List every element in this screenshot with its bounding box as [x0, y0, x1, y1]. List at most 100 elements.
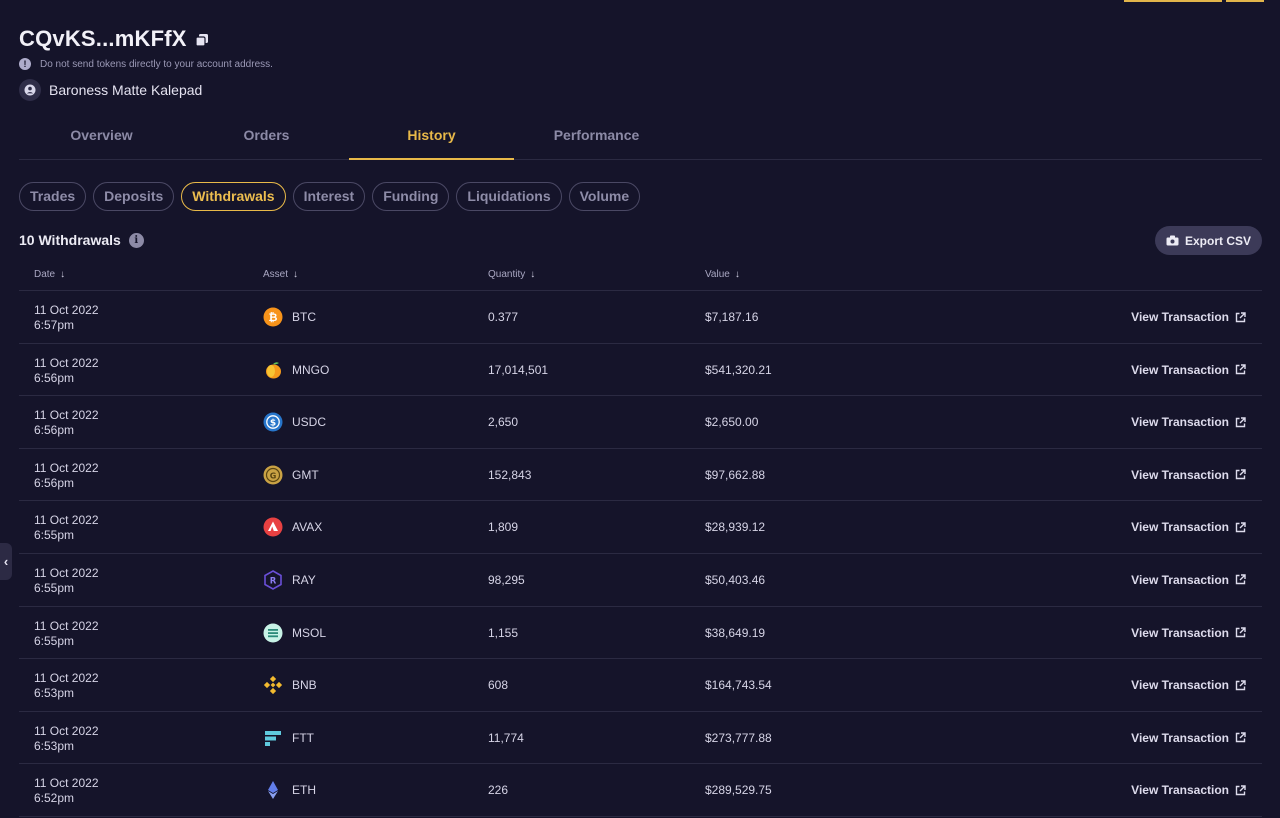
usdc-icon: $ [263, 412, 283, 432]
view-transaction-label: View Transaction [1131, 362, 1229, 377]
row-asset: ₿ BTC [263, 307, 316, 327]
export-icon [1166, 235, 1179, 246]
sort-arrow-icon: ↓ [293, 269, 299, 280]
view-transaction-label: View Transaction [1131, 415, 1229, 430]
external-link-icon [1235, 364, 1246, 375]
row-quantity: 1,155 [488, 625, 519, 640]
copy-icon[interactable] [195, 33, 209, 47]
row-time: 6:56pm [34, 475, 75, 490]
column-date-label: Date [34, 269, 56, 280]
column-asset[interactable]: Asset ↓ [263, 269, 298, 280]
view-transaction-label: View Transaction [1131, 783, 1229, 798]
row-asset: MSOL [263, 623, 326, 643]
top-bar-accent [1226, 0, 1264, 2]
external-link-icon [1235, 311, 1246, 322]
column-value[interactable]: Value ↓ [705, 269, 740, 280]
row-value: $273,777.88 [705, 730, 772, 745]
column-date[interactable]: Date ↓ [34, 269, 65, 280]
view-transaction-link[interactable]: View Transaction [1131, 626, 1246, 640]
row-datetime: 11 Oct 2022 6:56pm [34, 356, 99, 386]
row-time: 6:56pm [34, 370, 75, 385]
account-warning: Do not send tokens directly to your acco… [40, 58, 273, 70]
row-asset: BNB [263, 675, 317, 695]
avax-icon [263, 517, 283, 537]
table-row: 11 Oct 2022 6:57pm ₿ BTC 0.377 $7,187.16 View … [19, 291, 1262, 344]
row-datetime: 11 Oct 2022 6:53pm [34, 724, 99, 754]
row-time: 6:52pm [34, 791, 75, 806]
external-link-icon [1235, 785, 1246, 796]
btc-icon: ₿ [263, 307, 283, 327]
main-tabs: Overview Orders History Performance [19, 112, 1262, 160]
row-date: 11 Oct 2022 [34, 776, 99, 791]
table-header: Date ↓ Asset ↓ Quantity ↓ Value ↓ [19, 260, 1262, 291]
view-transaction-label: View Transaction [1131, 625, 1229, 640]
row-quantity: 11,774 [488, 730, 524, 745]
row-value: $28,939.12 [705, 520, 766, 535]
table-row: 11 Oct 2022 6:55pm MSOL 1,155 $38,649.19 View… [19, 607, 1262, 660]
table-row: 11 Oct 2022 6:56pm G GMT 152,843 $97,662.88 Vi… [19, 449, 1262, 502]
filter-trades[interactable]: Trades [19, 182, 87, 211]
row-asset-name: FTT [292, 730, 314, 745]
view-transaction-link[interactable]: View Transaction [1131, 678, 1246, 692]
table-row: 11 Oct 2022 6:56pm $ USDC 2,650 $2,650.00 View… [19, 396, 1262, 449]
info-icon[interactable]: i [128, 232, 144, 248]
view-transaction-link[interactable]: View Transaction [1131, 415, 1246, 429]
filter-interest[interactable]: Interest [292, 182, 366, 211]
export-csv-button[interactable]: Export CSV [1155, 226, 1262, 255]
filter-liquidations[interactable]: Liquidations [456, 182, 562, 211]
tab-performance[interactable]: Performance [514, 112, 679, 159]
bnb-icon [263, 676, 283, 695]
view-transaction-link[interactable]: View Transaction [1131, 731, 1246, 745]
view-transaction-link[interactable]: View Transaction [1131, 783, 1246, 797]
filter-withdrawals[interactable]: Withdrawals [181, 182, 286, 211]
row-quantity: 0.377 [488, 310, 519, 324]
external-link-icon [1235, 469, 1246, 480]
filter-funding[interactable]: Funding [372, 182, 450, 211]
row-datetime: 11 Oct 2022 6:55pm [34, 566, 99, 596]
svg-text:$: $ [270, 419, 276, 429]
row-asset-name: MNGO [292, 362, 330, 377]
svg-text:R: R [270, 576, 277, 586]
row-date: 11 Oct 2022 [34, 671, 99, 686]
row-asset-name: ETH [292, 783, 316, 798]
row-asset-name: MSOL [292, 625, 327, 640]
filter-volume[interactable]: Volume [568, 182, 641, 211]
column-quantity[interactable]: Quantity ↓ [488, 269, 535, 280]
tab-history[interactable]: History [349, 112, 514, 160]
view-transaction-link[interactable]: View Transaction [1131, 520, 1246, 534]
filter-deposits[interactable]: Deposits [93, 182, 175, 211]
history-filter-bar: Trades Deposits Withdrawals Interest Fun… [19, 182, 647, 211]
row-time: 6:55pm [34, 528, 75, 543]
mngo-icon [266, 361, 281, 379]
row-quantity: 1,809 [488, 520, 519, 535]
row-asset-name: GMT [292, 467, 319, 482]
tab-overview[interactable]: Overview [19, 112, 184, 159]
row-asset: ETH [263, 780, 316, 800]
row-time: 6:53pm [34, 686, 75, 701]
row-asset: G GMT [263, 465, 319, 485]
withdrawal-count: 10 Withdrawals [19, 232, 121, 248]
row-quantity: 152,843 [488, 467, 532, 482]
row-asset-name: USDC [292, 415, 327, 430]
gmt-icon: G [263, 465, 283, 485]
external-link-icon [1235, 732, 1246, 743]
row-date: 11 Oct 2022 [34, 723, 99, 738]
profile-name: Baroness Matte Kalepad [49, 82, 203, 98]
sidebar-toggle-button[interactable]: ‹ [0, 543, 12, 580]
view-transaction-link[interactable]: View Transaction [1131, 573, 1246, 587]
view-transaction-link[interactable]: View Transaction [1131, 468, 1246, 482]
row-asset-name: BTC [292, 310, 316, 324]
view-transaction-link[interactable]: View Transaction [1131, 363, 1246, 377]
row-date: 11 Oct 2022 [34, 408, 99, 423]
view-transaction-link[interactable]: View Transaction [1131, 310, 1246, 324]
table-row: 11 Oct 2022 6:55pm AVAX 1,809 $28,939.12 View… [19, 501, 1262, 554]
view-transaction-label: View Transaction [1131, 520, 1229, 535]
external-link-icon [1235, 416, 1246, 427]
row-value: $38,649.19 [705, 625, 766, 640]
tab-orders[interactable]: Orders [184, 112, 349, 159]
avatar [19, 79, 41, 101]
external-link-icon [1235, 679, 1246, 690]
account-title: CQvKS...mKFfX [19, 26, 187, 51]
table-row: 11 Oct 2022 6:53pm FTT 11,774 $273,777.88 Vie… [19, 712, 1262, 765]
row-value: $289,529.75 [705, 783, 772, 798]
